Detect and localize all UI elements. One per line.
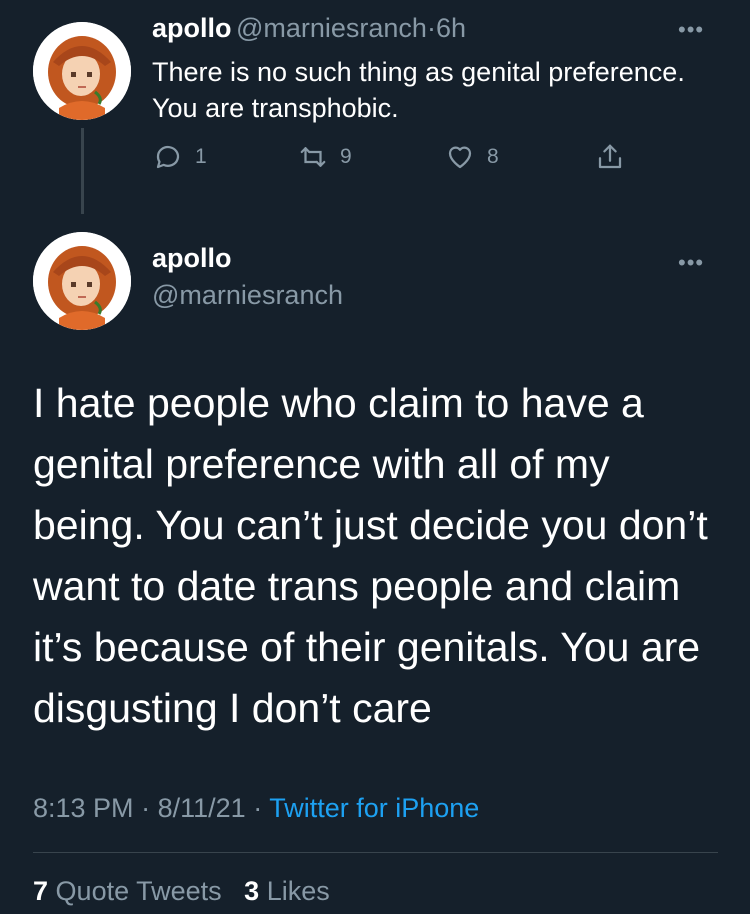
reply-timestamp[interactable]: 6h	[436, 13, 466, 43]
reply-tweet-text: There is no such thing as genital prefer…	[152, 57, 685, 123]
reply-more-icon[interactable]: •••	[678, 17, 704, 43]
main-author-handle[interactable]: @marniesranch	[152, 280, 343, 311]
tweet-time: 8:13 PM	[33, 793, 134, 823]
main-avatar[interactable]	[33, 232, 131, 330]
tweet-meta: 8:13 PM · 8/11/21 · Twitter for iPhone	[33, 793, 479, 824]
share-button[interactable]	[595, 142, 637, 172]
heart-icon	[448, 146, 472, 169]
reply-button[interactable]: 1	[153, 142, 207, 172]
divider	[33, 852, 718, 853]
retweet-button[interactable]: 9	[298, 142, 352, 172]
main-tweet-text: I hate people who claim to have a genita…	[33, 380, 708, 731]
tweet-date: 8/11/21	[157, 793, 246, 823]
separator-dot: ·	[426, 13, 436, 43]
avatar-image	[33, 232, 131, 330]
thread-line	[81, 128, 84, 214]
separator-dot: ·	[141, 793, 151, 823]
tweet-source-link[interactable]: Twitter for iPhone	[269, 793, 479, 823]
main-author-name[interactable]: apollo	[152, 243, 232, 274]
main-more-icon[interactable]: •••	[678, 250, 704, 276]
reply-icon	[156, 145, 180, 169]
reply-author-handle[interactable]: @marniesranch	[236, 13, 427, 43]
likes-label: Likes	[266, 876, 330, 906]
quote-tweets-link[interactable]: 7 Quote Tweets	[33, 876, 222, 906]
quote-label: Quote Tweets	[55, 876, 222, 906]
like-count: 8	[487, 145, 499, 168]
reply-author-name[interactable]: apollo	[152, 13, 232, 43]
reply-header: apollo @marniesranch·6h	[152, 13, 466, 44]
avatar[interactable]	[33, 22, 131, 120]
avatar-image	[33, 22, 131, 120]
like-button[interactable]: 8	[445, 142, 499, 172]
retweet-icon	[300, 147, 326, 167]
likes-link[interactable]: 3 Likes	[244, 876, 330, 906]
reply-count: 1	[195, 145, 207, 168]
engagement-stats: 7 Quote Tweets 3 Likes	[33, 876, 330, 907]
retweet-count: 9	[340, 145, 352, 168]
quote-count: 7	[33, 876, 49, 906]
share-icon	[598, 144, 622, 169]
separator-dot: ·	[253, 793, 263, 823]
likes-count: 3	[244, 876, 260, 906]
